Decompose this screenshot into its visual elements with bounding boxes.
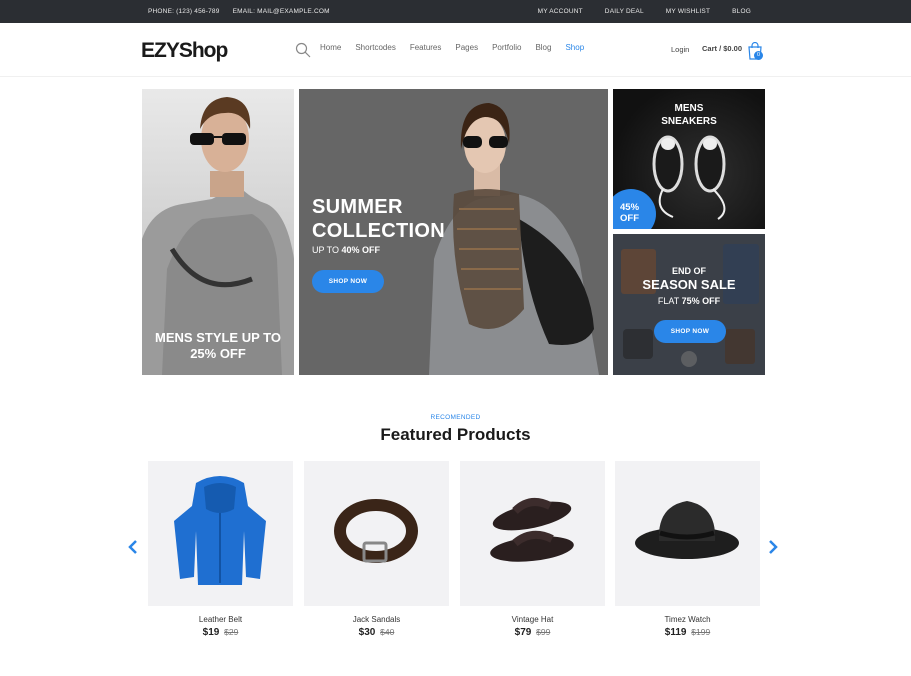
blog-link[interactable]: BLOG xyxy=(732,8,751,15)
season-subtitle: FLAT 75% OFF xyxy=(613,296,765,306)
chevron-right-icon[interactable] xyxy=(768,540,778,554)
sneakers-title-line2: SNEAKERS xyxy=(661,116,717,127)
discount-badge-line1: 45% xyxy=(620,202,640,213)
email-text: EMAIL: MAIL@EXAMPLE.COM xyxy=(232,8,330,15)
phone-text: PHONE: (123) 456-789 xyxy=(148,8,220,15)
summer-title-line1: SUMMER xyxy=(312,196,403,218)
product-name[interactable]: Timez Watch xyxy=(615,615,760,624)
summer-subtitle: UP TO 40% OFF xyxy=(312,245,380,255)
product-old-price: $199 xyxy=(691,627,711,637)
nav-features[interactable]: Features xyxy=(410,43,442,52)
summer-collection-banner[interactable]: SUMMER COLLECTION UP TO 40% OFF SHOP NOW xyxy=(299,89,608,375)
mens-style-line2: 25% OFF xyxy=(190,346,246,361)
nav-shortcodes[interactable]: Shortcodes xyxy=(355,43,395,52)
sneakers-title: MENS SNEAKERS xyxy=(613,102,765,128)
product-current-price: $30 xyxy=(358,627,376,638)
product-card[interactable]: Timez Watch $119 $199 xyxy=(615,461,760,638)
product-image[interactable] xyxy=(148,461,293,606)
product-card[interactable]: Jack Sandals $30 $40 xyxy=(304,461,449,638)
summer-title-line2: COLLECTION xyxy=(312,220,445,242)
section-kicker: RECOMENDED xyxy=(430,414,481,421)
search-icon[interactable] xyxy=(295,42,311,58)
product-price: $30 $40 xyxy=(304,627,449,638)
chevron-left-icon[interactable] xyxy=(128,540,138,554)
product-card[interactable]: Vintage Hat $79 $99 xyxy=(460,461,605,638)
mens-style-banner[interactable]: MENS STYLE UP TO 25% OFF xyxy=(142,89,294,375)
nav-shop[interactable]: Shop xyxy=(565,43,584,52)
season-sub-value: 75% OFF xyxy=(681,296,721,306)
product-old-price: $29 xyxy=(224,627,239,637)
my-account-link[interactable]: MY ACCOUNT xyxy=(538,8,583,15)
sandals-icon xyxy=(490,498,574,562)
nav-portfolio[interactable]: Portfolio xyxy=(492,43,521,52)
product-old-price: $40 xyxy=(380,627,395,637)
cart-count-badge: 0 xyxy=(754,51,763,60)
product-price: $19 $29 xyxy=(148,627,293,638)
product-name[interactable]: Vintage Hat xyxy=(460,615,605,624)
mens-style-line1: MENS STYLE UP TO xyxy=(155,330,281,345)
login-link[interactable]: Login xyxy=(671,45,689,54)
sneakers-title-line1: MENS xyxy=(674,103,704,114)
hoodie-icon xyxy=(174,476,266,585)
product-card[interactable]: Leather Belt $19 $29 xyxy=(148,461,293,638)
cart-link[interactable]: Cart / $0.00 xyxy=(702,44,742,53)
product-old-price: $99 xyxy=(536,627,551,637)
product-name[interactable]: Jack Sandals xyxy=(304,615,449,624)
season-shop-now-button[interactable]: SHOP NOW xyxy=(654,320,726,343)
season-sale-banner[interactable]: END OF SEASON SALE FLAT 75% OFF SHOP NOW xyxy=(613,234,765,375)
main-nav: Home Shortcodes Features Pages Portfolio… xyxy=(320,43,584,52)
contact-info: PHONE: (123) 456-789 EMAIL: MAIL@EXAMPLE… xyxy=(148,0,330,23)
site-logo[interactable]: EZYShop xyxy=(141,39,228,63)
belt-icon xyxy=(334,499,418,563)
season-title-line2: SEASON SALE xyxy=(642,277,736,292)
site-header: EZYShop Home Shortcodes Features Pages P… xyxy=(0,23,911,77)
nav-blog[interactable]: Blog xyxy=(535,43,551,52)
hat-icon xyxy=(635,501,739,559)
summer-sub-prefix: UP TO xyxy=(312,245,342,255)
product-current-price: $19 xyxy=(202,627,220,638)
account-links: MY ACCOUNT DAILY DEAL MY WISHLIST BLOG xyxy=(538,0,751,23)
product-image[interactable] xyxy=(460,461,605,606)
product-image[interactable] xyxy=(304,461,449,606)
season-sub-prefix: FLAT xyxy=(657,296,682,306)
summer-shop-now-button[interactable]: SHOP NOW xyxy=(312,270,384,293)
summer-sub-value: 40% OFF xyxy=(341,245,381,255)
nav-home[interactable]: Home xyxy=(320,43,341,52)
product-current-price: $79 xyxy=(514,627,532,638)
product-image[interactable] xyxy=(615,461,760,606)
nav-pages[interactable]: Pages xyxy=(455,43,478,52)
product-price: $79 $99 xyxy=(460,627,605,638)
my-wishlist-link[interactable]: MY WISHLIST xyxy=(666,8,710,15)
top-bar: PHONE: (123) 456-789 EMAIL: MAIL@EXAMPLE… xyxy=(0,0,911,23)
daily-deal-link[interactable]: DAILY DEAL xyxy=(605,8,644,15)
season-title-line1: END OF xyxy=(671,266,706,276)
discount-badge-line2: OFF xyxy=(620,213,639,224)
product-current-price: $119 xyxy=(664,627,687,638)
product-name[interactable]: Leather Belt xyxy=(148,615,293,624)
summer-title: SUMMER COLLECTION xyxy=(312,195,445,243)
mens-style-text: MENS STYLE UP TO 25% OFF xyxy=(142,330,294,362)
product-price: $119 $199 xyxy=(615,627,760,638)
mens-sneakers-banner[interactable]: MENS SNEAKERS 45% OFF xyxy=(613,89,765,229)
section-title: Featured Products xyxy=(380,425,531,444)
